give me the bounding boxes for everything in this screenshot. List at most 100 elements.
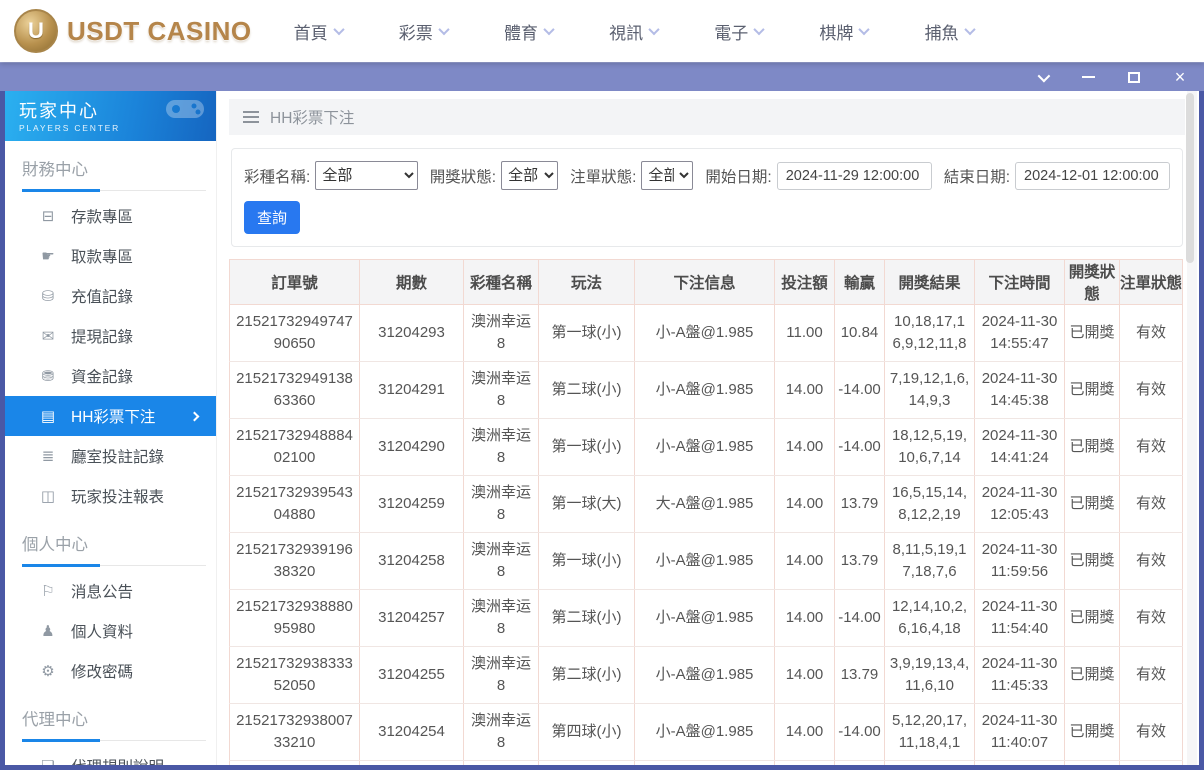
cell-bet-info: 小-A盤@1.985 [634,646,775,704]
maximize-icon[interactable] [1126,69,1142,85]
withdraw-hand-icon: ☛ [41,248,55,265]
cell-win-loss: 13.79 [834,532,885,590]
deposit-card-icon: ⊟ [41,208,55,225]
cell-draw-status: 已開獎 [1064,475,1120,533]
cell-win-loss: -14.00 [834,361,885,419]
cell-draw-status: 已開獎 [1064,304,1120,362]
search-button[interactable]: 查詢 [244,201,301,234]
lottery-name-label: 彩種名稱: [244,168,311,186]
cell-order-no: 2152173293888095980 [229,589,360,647]
sidebar-item-withdrawal-record[interactable]: ✉ 提現記錄 [5,316,216,356]
end-date-input[interactable] [1015,161,1170,190]
table-row-partial [229,760,1183,765]
bets-table-wrap: 訂單號 期數 彩種名稱 玩法 下注信息 投注額 輸贏 開獎結果 下注時間 開獎狀態 注單狀態 215… [229,259,1183,765]
sidebar-item-lottery-bet[interactable]: ▤ HH彩票下注 [5,396,216,436]
cell-order-status: 有效 [1119,646,1183,704]
section-underline [22,739,206,742]
nav-item-7[interactable]: 捕魚 [925,19,976,44]
nav-item-5[interactable]: 電子 [714,19,765,44]
cell-bet-time: 2024-11-30 11:45:33 [974,646,1065,704]
nav-item-6[interactable]: 棋牌 [819,19,871,44]
sidebar-section-title: 個人中心 [22,536,88,554]
table-row: 2152173293833352050 31204255 澳洲幸运8 第二球(小) 小-… [229,646,1183,704]
minimize-icon[interactable] [1080,69,1096,85]
logo-letter: U [28,18,44,43]
lottery-name-select[interactable]: 全部 [315,161,418,190]
order-status-select[interactable]: 全部 [641,161,694,190]
sidebar-item-password-gear[interactable]: ⚙ 修改密碼 [5,651,216,691]
nav-item-2[interactable]: 彩票 [399,19,450,44]
nav-item-3[interactable]: 體育 [504,19,555,44]
cell-amount: 14.00 [774,418,835,476]
cell-result: 7,19,12,1,6,14,9,3 [884,361,975,419]
sidebar-item-funds-record[interactable]: ⛃ 資金記錄 [5,356,216,396]
cell-win-loss: -14.00 [834,703,885,761]
table-row: 2152173293954304880 31204259 澳洲幸运8 第一球(大) 大-… [229,475,1183,533]
nav-item-label: 視訊 [609,23,644,43]
cell-result: 8,11,5,19,17,18,7,6 [884,532,975,590]
cell-order-no: 2152173294974790650 [229,304,360,362]
empty-cell [884,760,975,765]
window-body: 玩家中心 PLAYERS CENTER 財務中心 ⊟ 存款專區 ☛ 取款專區 ⛁ 充值記錄 ✉… [0,91,1204,770]
empty-cell [1119,760,1183,765]
chevron-down-icon [438,23,450,36]
window-titlebar: × [0,62,1204,91]
cell-bet-info: 小-A盤@1.985 [634,703,775,761]
sidebar-item-notice-bell[interactable]: ⚐ 消息公告 [5,571,216,611]
table-row: 2152173293800733210 31204254 澳洲幸运8 第四球(小) 小-… [229,703,1183,761]
cell-result: 18,12,5,19,10,6,7,14 [884,418,975,476]
table-row: 2152173293888095980 31204257 澳洲幸运8 第二球(小) 小-… [229,589,1183,647]
cell-order-no: 2152173294913863360 [229,361,360,419]
cell-win-loss: 13.79 [834,646,885,704]
sidebar-item-player-report[interactable]: ◫ 玩家投注報表 [5,476,216,516]
nav-item-label: 首頁 [293,23,328,43]
nav-item-label: 電子 [714,23,749,43]
cell-period: 31204258 [359,532,464,590]
column-header: 期數 [359,259,464,305]
players-center-subtitle: PLAYERS CENTER [19,123,121,133]
nav-item-1[interactable]: 首頁 [293,19,345,44]
sidebar-item-label: 取款專區 [71,249,134,266]
column-header: 下注信息 [634,259,775,305]
sidebar-item-agent-rules-doc[interactable]: ❏ 代理規則說明 [5,746,216,765]
cell-lottery: 澳洲幸运8 [463,361,539,419]
column-header: 投注額 [774,259,835,305]
chevron-down-icon[interactable] [1034,69,1050,85]
sidebar-item-label: 修改密碼 [71,664,134,681]
sidebar-item-room-bet-record[interactable]: ≣ 廳室投註記錄 [5,436,216,476]
start-date-input[interactable] [776,161,932,190]
brand-logo[interactable]: U USDT CASINO [14,9,252,53]
cell-period: 31204291 [359,361,464,419]
sidebar-item-deposit-card[interactable]: ⊟ 存款專區 [5,196,216,236]
cell-period: 31204290 [359,418,464,476]
vertical-scrollbar[interactable] [1186,91,1197,765]
player-report-icon: ◫ [40,488,56,505]
column-header: 開獎狀態 [1064,259,1120,305]
chevron-down-icon [648,23,660,36]
cell-lottery: 澳洲幸运8 [463,304,539,362]
sidebar-item-profile-user[interactable]: ♟ 個人資料 [5,611,216,651]
empty-cell [834,760,885,765]
sidebar-item-recharge-moneybag[interactable]: ⛁ 充值記錄 [5,276,216,316]
cell-play: 第二球(小) [538,361,635,419]
column-header: 輸贏 [834,259,885,305]
cell-result: 5,12,20,17,11,18,4,1 [884,703,975,761]
close-icon[interactable]: × [1172,68,1188,86]
draw-status-select[interactable]: 全部 [501,161,559,190]
empty-cell [359,760,464,765]
cell-draw-status: 已開獎 [1064,589,1120,647]
column-header: 注單狀態 [1119,259,1183,305]
nav-item-4[interactable]: 視訊 [609,19,660,44]
cell-win-loss: -14.00 [834,418,885,476]
cell-order-no: 2152173293833352050 [229,646,360,704]
agent-rules-doc-icon: ❏ [39,757,57,765]
cell-play: 第一球(小) [538,532,635,590]
end-date-label: 結束日期: [943,168,1010,186]
hamburger-menu-icon[interactable] [243,111,259,123]
password-gear-icon: ⚙ [41,663,55,680]
sidebar-item-withdraw-hand[interactable]: ☛ 取款專區 [5,236,216,276]
cell-lottery: 澳洲幸运8 [463,589,539,647]
cell-bet-time: 2024-11-30 11:54:40 [974,589,1065,647]
cell-lottery: 澳洲幸运8 [463,703,539,761]
cell-order-no: 2152173293919638320 [229,532,360,590]
